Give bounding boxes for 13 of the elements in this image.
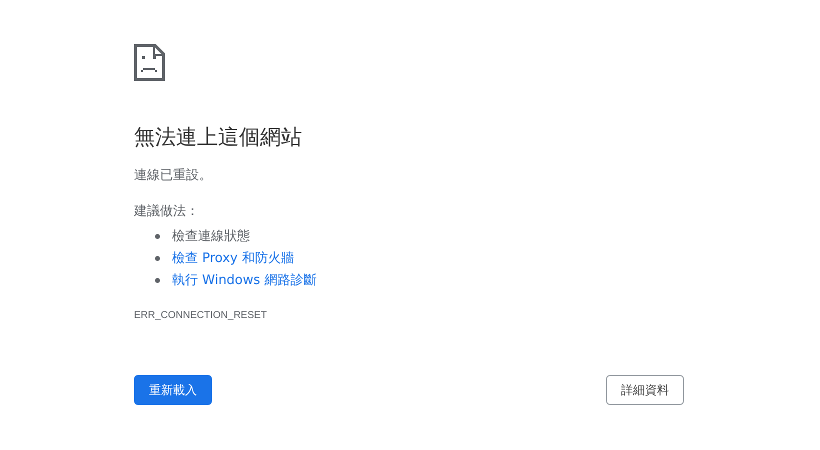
reload-button[interactable]: 重新載入 bbox=[134, 375, 212, 405]
details-button[interactable]: 詳細資料 bbox=[606, 375, 684, 405]
suggestion-link[interactable]: 檢查 Proxy 和防火牆 bbox=[172, 249, 294, 267]
error-heading: 無法連上這個網站 bbox=[134, 124, 303, 151]
suggestions-title: 建議做法： bbox=[134, 203, 200, 221]
error-code: ERR_CONNECTION_RESET bbox=[134, 309, 268, 323]
error-message: 連線已重設。 bbox=[134, 167, 213, 185]
bullet-icon bbox=[155, 278, 160, 282]
suggestion-text: 檢查連線狀態 bbox=[172, 228, 250, 245]
bullet-icon bbox=[155, 256, 160, 260]
suggestion-link[interactable]: 執行 Windows 網路診斷 bbox=[172, 271, 316, 289]
sad-page-icon bbox=[134, 44, 165, 81]
bullet-icon bbox=[155, 234, 160, 238]
